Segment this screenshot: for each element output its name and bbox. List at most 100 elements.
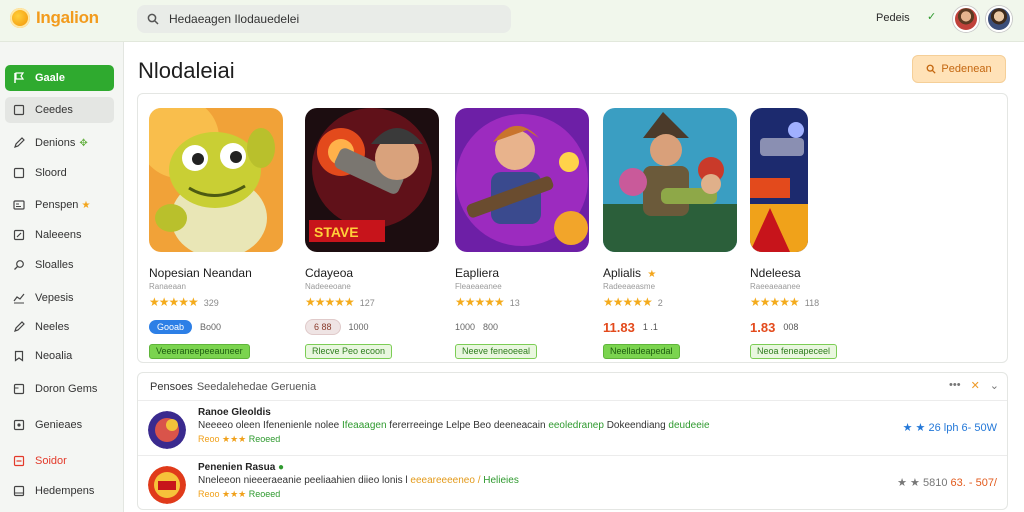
price-row: 11.83 1 .1 <box>603 319 658 335</box>
status-badge[interactable]: Neeve feneoeeal <box>455 344 538 359</box>
rating-count: 2 <box>657 298 663 308</box>
star-icons: ★ ★ <box>897 477 920 489</box>
sidebar-item-vepesis[interactable]: Vepesis <box>5 285 114 311</box>
sidebar-item-ceedes[interactable]: Ceedes <box>5 97 114 123</box>
star-icons: ★ ★ <box>902 422 926 434</box>
game-card[interactable]: Aplialis ★ Radeeaeasme ★★★★★ 2 11.83 1 .1… <box>592 94 738 362</box>
sidebar-item-label: Genieaes <box>35 419 83 431</box>
sidebar-item-neeles[interactable]: Neeles <box>5 314 114 340</box>
game-thumbnail[interactable] <box>149 108 283 252</box>
price-row: 1000 800 <box>455 319 498 335</box>
list-item[interactable]: Ranoe Gleoldis Neeeeo oleen Ifenenienle … <box>138 400 1007 454</box>
more-icon[interactable]: ••• <box>949 379 961 392</box>
app-logo[interactable]: Ingalion <box>10 8 99 28</box>
sidebar-item-denions[interactable]: Denions ✥ <box>5 130 114 156</box>
star-icons: ★★★ <box>222 489 247 499</box>
game-thumbnail[interactable] <box>750 108 808 252</box>
game-title[interactable]: Cdayeoa <box>305 266 353 280</box>
sidebar-item-penspen[interactable]: Penspen ★ <box>5 192 114 218</box>
list-item-meta: Reoo ★★★ Reoeed <box>198 489 280 500</box>
list-title: Pensoes <box>150 381 193 393</box>
status-badge[interactable]: Veeeraneepeeauneer <box>149 344 250 359</box>
price-text: 008 <box>783 322 799 332</box>
star-icons: ★★★★★ <box>455 295 505 309</box>
sidebar-item-gaale[interactable]: Gaale <box>5 65 114 91</box>
arrows-icon: ✥ <box>79 137 88 149</box>
status-badge[interactable]: Rlecve Peo ecoon <box>305 344 393 359</box>
game-card[interactable]: Eapliera Fleaeaeanee ★★★★★ 13 1000 800 Ne… <box>444 94 590 362</box>
game-developer: Radeeaeasme <box>603 282 656 291</box>
frog-character-art <box>149 108 283 252</box>
sidebar-item-doron-gems[interactable]: Doron Gems <box>5 376 114 402</box>
game-title[interactable]: Nopesian Neandan <box>149 266 252 280</box>
sidebar-item-label: Vepesis <box>35 292 74 304</box>
sidebar-item-neoalia[interactable]: Neoalia <box>5 343 114 369</box>
search-icon <box>147 13 159 25</box>
sidebar-item-genieaes[interactable]: Genieaes <box>5 412 114 438</box>
search-bar[interactable] <box>137 5 511 33</box>
sidebar-item-label: Sloord <box>35 167 67 179</box>
status-badge[interactable]: Neoa feneapeceel <box>750 344 838 359</box>
star-icon: ★ <box>81 199 91 211</box>
price-text: 1000 <box>348 322 369 332</box>
rating-count: 13 <box>509 298 520 308</box>
featured-games-panel: Nopesian Neandan Ranaeaan ★★★★★ 329 Gooab… <box>137 93 1008 363</box>
sidebar-item-sloalles[interactable]: Sloalles <box>5 252 114 278</box>
list-item-meta: Reoo ★★★ Reoeed <box>198 434 280 445</box>
list-tools: ••• ✕ ⌄ <box>949 379 999 392</box>
sidebar: Gaale Ceedes Denions ✥ Sloord Penspen ★ … <box>0 42 124 512</box>
flag-icon <box>14 72 25 83</box>
star-icons: ★★★★★ <box>149 295 199 309</box>
sidebar-item-naleeens[interactable]: Naleeens <box>5 222 114 248</box>
avatar-secondary[interactable] <box>986 6 1012 32</box>
game-title[interactable]: Ndeleesa <box>750 266 801 280</box>
bookmark-icon <box>14 350 24 362</box>
sidebar-item-label: Penspen <box>35 199 79 211</box>
avatar[interactable] <box>953 6 979 32</box>
game-title[interactable]: Aplialis ★ <box>603 266 656 280</box>
sidebar-item-soidor[interactable]: Soidor <box>5 448 114 474</box>
list-item[interactable]: Penenien Rasua ● Nneleeon nieeeraeanie p… <box>138 455 1007 509</box>
chart-icon <box>13 293 25 304</box>
sidebar-item-sloord[interactable]: Sloord <box>5 160 114 186</box>
desc-part: Dokeendiang <box>606 420 666 431</box>
chevron-down-icon[interactable]: ✓ <box>927 10 936 23</box>
user-name[interactable]: Pedeis <box>876 12 910 24</box>
price-pill[interactable]: 6 88 <box>305 319 341 335</box>
desc-part: fererreeinge <box>389 420 444 431</box>
sidebar-item-label: Neeles <box>35 321 70 333</box>
stat-text: 26 lph <box>928 422 959 434</box>
star-icons: ★★★ <box>222 434 247 444</box>
price-pill[interactable]: Gooab <box>149 320 193 334</box>
game-developer: Ranaeaan <box>149 282 186 291</box>
sidebar-item-label: Gaale <box>35 72 65 84</box>
game-list-panel: Pensoes Seedalehedae Geruenia ••• ✕ ⌄ Ran… <box>137 372 1008 510</box>
game-card[interactable]: Nopesian Neandan Ranaeaan ★★★★★ 329 Gooab… <box>138 94 284 362</box>
game-icon <box>148 411 186 449</box>
search-action-button[interactable]: Pedenean <box>912 55 1006 83</box>
meta-label: Reoo <box>198 489 220 499</box>
game-card[interactable]: STAVE Cdayeoa Nadeeeoane ★★★★★ 127 6 88 1… <box>294 94 440 362</box>
game-thumbnail[interactable] <box>603 108 737 252</box>
price-value: 1.83 <box>750 319 776 335</box>
list-item-title[interactable]: Penenien Rasua ● <box>198 462 284 473</box>
rating-count: 127 <box>359 298 375 308</box>
sidebar-item-label: Sloalles <box>35 259 74 271</box>
status-badge[interactable]: Neelladeapedal <box>603 344 680 359</box>
game-card[interactable]: Ndeleesa Raeeaeaanee ★★★★★ 118 1.83 008 N… <box>739 94 885 362</box>
sidebar-item-label: Hedempens <box>35 485 95 497</box>
list-item-title[interactable]: Ranoe Gleoldis <box>198 407 271 418</box>
close-icon[interactable]: ✕ <box>971 379 980 392</box>
list-item-description: Neeeeo oleen Ifenenienle nolee Ifeaaagen… <box>198 420 710 431</box>
desc-part: eeoledranep <box>548 420 604 431</box>
search-input[interactable] <box>169 12 489 26</box>
chevron-down-icon[interactable]: ⌄ <box>990 379 999 392</box>
rating-stars: ★★★★★ 127 <box>305 295 375 309</box>
list-subtitle: Seedalehedae Geruenia <box>196 381 317 393</box>
game-title[interactable]: Eapliera <box>455 266 499 280</box>
stat-text: 5810 <box>922 477 948 489</box>
game-thumbnail[interactable] <box>455 108 589 252</box>
game-thumbnail[interactable]: STAVE <box>305 108 439 252</box>
sidebar-item-label: Doron Gems <box>35 383 98 395</box>
sidebar-item-hedempens[interactable]: Hedempens <box>5 478 114 504</box>
